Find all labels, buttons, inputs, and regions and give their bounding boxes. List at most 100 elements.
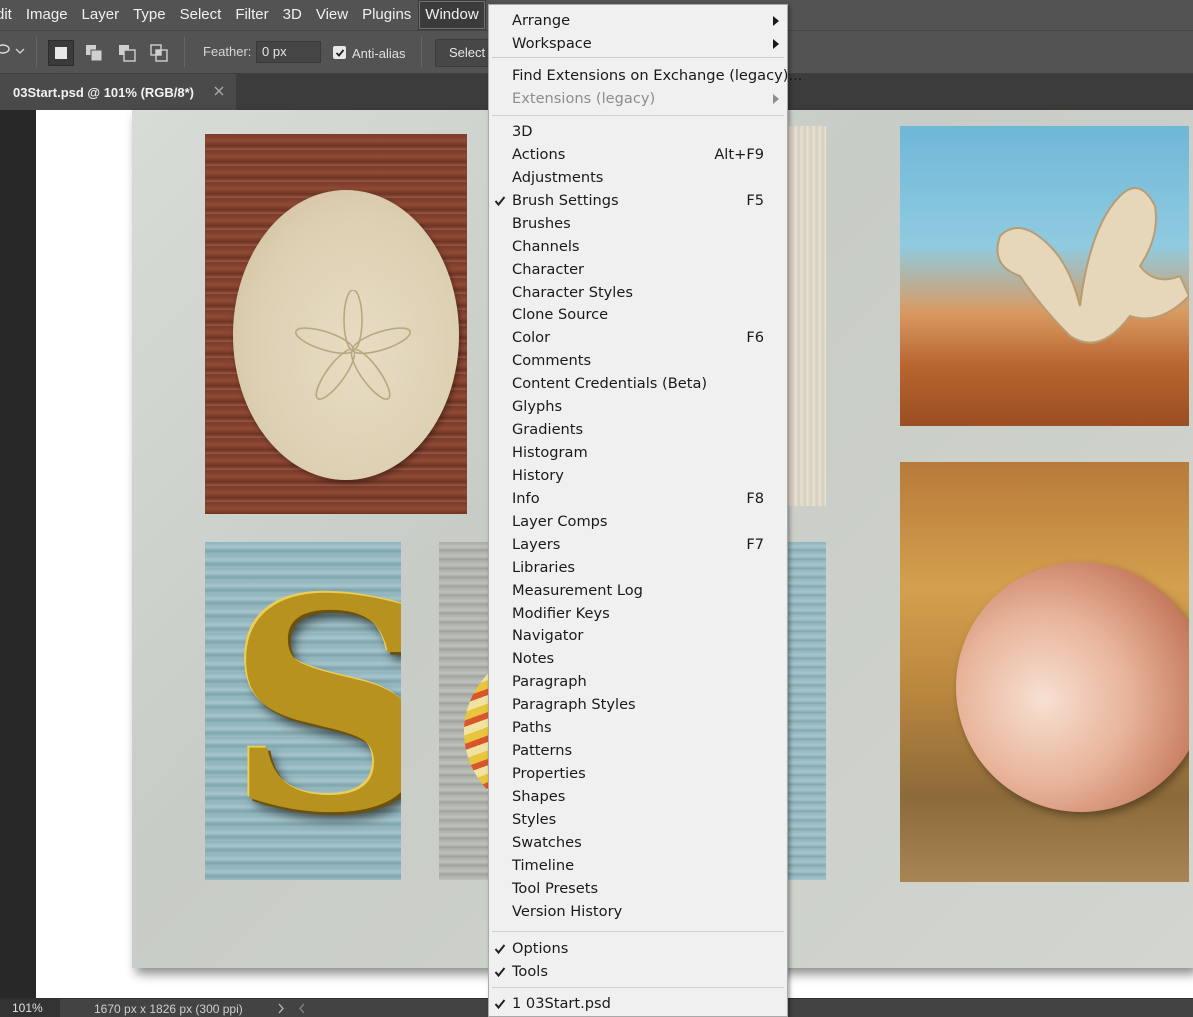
menu-image[interactable]: Image: [19, 0, 75, 30]
menu-item-paragraph-styles[interactable]: Paragraph Styles: [489, 694, 787, 716]
anti-alias-checkbox[interactable]: [333, 46, 346, 59]
nautilus-desert-panel: [900, 462, 1189, 882]
checkmark-icon: [494, 966, 506, 977]
menu-item-arrange[interactable]: Arrange: [489, 10, 787, 32]
menu-select[interactable]: Select: [173, 0, 229, 30]
menu-item-styles[interactable]: Styles: [489, 809, 787, 831]
menu-item-label: Clone Source: [512, 306, 609, 324]
chevron-down-icon[interactable]: [14, 45, 26, 57]
menu-item-label: Find Extensions on Exchange (legacy)...: [512, 67, 803, 84]
menu-item-brush-settings[interactable]: Brush Settings F5: [489, 190, 787, 212]
menu-item-label: Shapes: [512, 787, 566, 805]
menu-window[interactable]: Window: [418, 0, 486, 30]
menu-item-label: Paragraph Styles: [512, 696, 636, 714]
menu-item-character-styles[interactable]: Character Styles: [489, 282, 787, 304]
menu-plugins[interactable]: Plugins: [355, 0, 418, 30]
menu-type[interactable]: Type: [126, 0, 173, 30]
menu-item-label: Brush Settings: [512, 191, 619, 209]
menu-item-label: Character Styles: [512, 283, 633, 301]
menu-item-content-credentials-beta[interactable]: Content Credentials (Beta): [489, 373, 787, 395]
menu-item-info[interactable]: Info F8: [489, 488, 787, 510]
select-and-mask-button[interactable]: Select: [435, 39, 495, 67]
menu-separator: [492, 931, 784, 932]
options-divider: [421, 37, 422, 67]
menu-item-label: Notes: [512, 650, 555, 668]
document-tab-title: 03Start.psd @ 101% (RGB/8*): [13, 85, 195, 100]
menu-item-character[interactable]: Character: [489, 259, 787, 281]
new-selection-button[interactable]: [48, 40, 74, 66]
menu-item-label: Styles: [512, 810, 557, 828]
menu-item-clone-source[interactable]: Clone Source: [489, 304, 787, 326]
submenu-arrow-icon: [773, 93, 779, 104]
menu-item-label: Libraries: [512, 558, 576, 576]
menu-item-paths[interactable]: Paths: [489, 717, 787, 739]
menu-item-histogram[interactable]: Histogram: [489, 442, 787, 464]
document-tab[interactable]: 03Start.psd @ 101% (RGB/8*): [0, 74, 236, 110]
submenu-arrow-icon: [773, 16, 779, 26]
menu-item-actions[interactable]: Actions Alt+F9: [489, 144, 787, 166]
chevron-right-icon[interactable]: [277, 1003, 285, 1014]
menu-item-tool-presets[interactable]: Tool Presets: [489, 878, 787, 900]
intersect-selection-button[interactable]: [146, 40, 172, 66]
lasso-tool-icon[interactable]: [0, 43, 10, 59]
menu-item-modifier-keys[interactable]: Modifier Keys: [489, 603, 787, 625]
menu-item-patterns[interactable]: Patterns: [489, 740, 787, 762]
menu-item-workspace[interactable]: Workspace: [489, 33, 787, 55]
menu-item-channels[interactable]: Channels: [489, 236, 787, 258]
menu-item-comments[interactable]: Comments: [489, 350, 787, 372]
feather-input[interactable]: 0 px: [256, 41, 321, 63]
menu-item-brushes[interactable]: Brushes: [489, 213, 787, 235]
menu-item-timeline[interactable]: Timeline: [489, 855, 787, 877]
menu-item-label: Modifier Keys: [512, 604, 610, 622]
menu-item-1-03start-psd[interactable]: 1 03Start.psd: [489, 993, 787, 1015]
menu-3d[interactable]: 3D: [276, 0, 309, 30]
menu-filter[interactable]: Filter: [228, 0, 275, 30]
scroll-left-icon[interactable]: [298, 1003, 306, 1014]
menu-item-label: Paragraph: [512, 673, 587, 691]
menu-item-3d[interactable]: 3D: [489, 121, 787, 143]
menu-item-adjustments[interactable]: Adjustments: [489, 167, 787, 189]
document-info: 1670 px x 1826 px (300 ppi): [94, 1002, 243, 1016]
menu-item-label: Gradients: [512, 421, 584, 439]
menu-view[interactable]: View: [309, 0, 355, 30]
menu-item-shortcut: F8: [746, 489, 764, 507]
checkmark-icon: [494, 196, 506, 206]
menu-item-label: Timeline: [512, 856, 575, 874]
menu-item-paragraph[interactable]: Paragraph: [489, 671, 787, 693]
coral-sky-panel: [900, 126, 1189, 426]
menu-item-measurement-log[interactable]: Measurement Log: [489, 580, 787, 602]
subtract-selection-icon: [119, 45, 136, 62]
menu-item-swatches[interactable]: Swatches: [489, 832, 787, 854]
close-icon[interactable]: [213, 85, 225, 97]
menu-item-shortcut: F5: [746, 191, 764, 209]
feather-label: Feather:: [203, 44, 252, 59]
menu-item-history[interactable]: History: [489, 465, 787, 487]
zoom-level-field[interactable]: 101%: [0, 999, 60, 1017]
menu-item-find-extensions-on-exchange-legacy[interactable]: Find Extensions on Exchange (legacy)...: [489, 65, 802, 87]
menu-item-notes[interactable]: Notes: [489, 648, 787, 670]
menu-edit[interactable]: dit: [0, 0, 19, 30]
menu-item-navigator[interactable]: Navigator: [489, 625, 787, 647]
blue-wood-panel: S: [205, 542, 401, 880]
menu-item-color[interactable]: Color F6: [489, 327, 787, 349]
menu-item-label: Extensions (legacy): [512, 89, 656, 107]
menu-item-version-history[interactable]: Version History: [489, 901, 787, 923]
menu-item-extensions-legacy: Extensions (legacy): [489, 88, 787, 110]
menu-item-glyphs[interactable]: Glyphs: [489, 396, 787, 418]
menu-layer[interactable]: Layer: [75, 0, 127, 30]
menu-item-layer-comps[interactable]: Layer Comps: [489, 511, 787, 533]
menu-item-libraries[interactable]: Libraries: [489, 557, 787, 579]
photoshop-window: dit Image Layer Type Select Filter 3D Vi…: [0, 0, 1193, 1017]
sand-dollar-star-pattern: [295, 290, 411, 400]
menu-item-shapes[interactable]: Shapes: [489, 786, 787, 808]
menu-item-properties[interactable]: Properties: [489, 763, 787, 785]
menu-item-layers[interactable]: Layers F7: [489, 534, 787, 556]
add-to-selection-button[interactable]: [81, 40, 107, 66]
menu-item-options[interactable]: Options: [489, 938, 787, 960]
subtract-from-selection-button[interactable]: [114, 40, 140, 66]
menu-item-label: Glyphs: [512, 398, 563, 416]
menu-item-label: History: [512, 466, 564, 484]
menu-item-gradients[interactable]: Gradients: [489, 419, 787, 441]
menu-item-label: Adjustments: [512, 168, 604, 186]
menu-item-tools[interactable]: Tools: [489, 961, 787, 983]
